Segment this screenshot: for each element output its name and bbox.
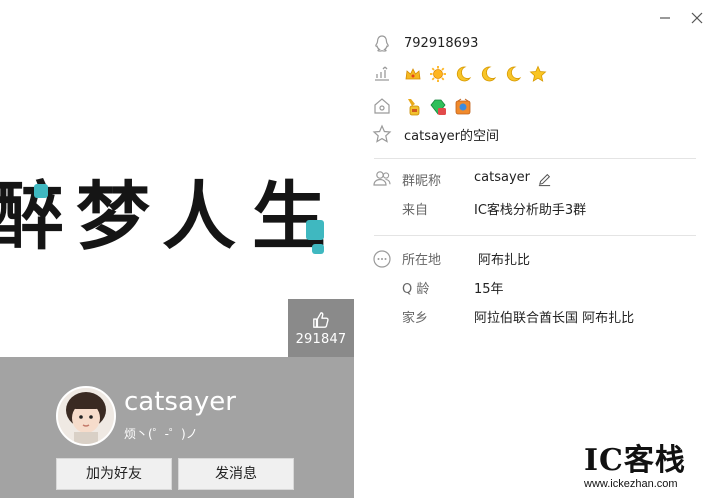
location-value: 阿布扎比 [478, 253, 531, 268]
moon-icon [457, 66, 472, 82]
qq-age-value: 15年 [474, 282, 504, 297]
sun-icon [430, 65, 447, 82]
location-label: 所在地 [402, 253, 442, 268]
level-badges [404, 63, 549, 83]
divider [374, 235, 696, 236]
diamond-icon[interactable] [429, 98, 447, 116]
moon-icon [507, 66, 522, 82]
add-friend-button[interactable]: 加为好友 [56, 458, 172, 490]
group-from-label: 来自 [402, 203, 429, 218]
service-badges [404, 96, 474, 116]
cover-char-2: 梦 [76, 174, 150, 260]
cover-char-3: 人 [162, 174, 236, 260]
group-members-icon [373, 171, 391, 186]
cover-accent-mark [34, 184, 48, 198]
qzone-link[interactable]: catsayer的空间 [404, 125, 499, 144]
divider [374, 158, 696, 159]
penguin-icon [375, 35, 389, 52]
crown-icon [405, 67, 421, 80]
group-nickname-value: catsayer [474, 170, 530, 185]
home-badge-icon [374, 98, 390, 114]
qq-number: 792918693 [404, 35, 479, 51]
service-row [372, 95, 474, 117]
profile-bar: catsayer 烦丶(゜-゜)ノ 加为好友 发消息 [0, 357, 354, 498]
hometown-value: 阿拉伯联合酋长国 阿布扎比 [474, 311, 635, 326]
qzone-star-icon [372, 124, 392, 143]
avatar-image [58, 388, 114, 444]
qq-age-label: Q 龄 [402, 282, 430, 297]
medal-icon[interactable] [404, 98, 422, 116]
star-icon [530, 65, 547, 82]
profile-cover-panel: 醉 梦 人 生 291847 catsayer 烦丶(゜-゜)ノ 加为好友 发消… [0, 0, 354, 498]
profile-nickname: catsayer [124, 387, 236, 417]
qzone-row[interactable]: catsayer的空间 [372, 123, 499, 145]
more-details-icon [373, 250, 391, 268]
cover-accent-mark [306, 220, 324, 240]
close-icon[interactable] [688, 9, 706, 27]
like-button[interactable]: 291847 [288, 299, 354, 357]
profile-signature: 烦丶(゜-゜)ノ [124, 427, 198, 441]
like-count: 291847 [295, 332, 347, 347]
cover-accent-mark [312, 244, 324, 254]
profile-info-panel: 792918693 catsayer的空间 群昵称 catsayer 来自 IC… [354, 0, 710, 498]
send-message-button[interactable]: 发消息 [178, 458, 294, 490]
edit-pencil-icon[interactable] [537, 172, 552, 187]
qq-number-row: 792918693 [372, 32, 478, 54]
group-from-value[interactable]: IC客栈分析助手3群 [474, 199, 586, 218]
level-chart-icon [375, 66, 389, 81]
watermark-brand: IC客栈 [584, 443, 686, 478]
cover-image: 醉 梦 人 生 [0, 180, 354, 290]
thumbs-up-icon [313, 312, 329, 328]
moon-icon [482, 66, 497, 82]
hometown-label: 家乡 [402, 311, 429, 326]
watermark-url: www.ickezhan.com [584, 478, 678, 490]
level-row [372, 62, 549, 84]
gift-icon[interactable] [454, 98, 472, 116]
cover-char-1: 醉 [0, 174, 64, 260]
group-nickname-label: 群昵称 [402, 174, 442, 189]
cover-char-4: 生 [252, 174, 326, 260]
watermark: IC客栈 www.ickezhan.com [584, 443, 704, 491]
avatar[interactable] [56, 386, 116, 446]
minimize-icon[interactable] [656, 9, 674, 27]
